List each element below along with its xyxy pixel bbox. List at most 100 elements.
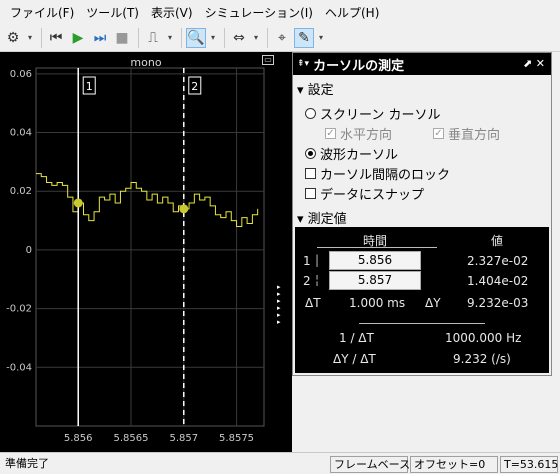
row1-time-field[interactable]: 5.856 xyxy=(329,251,421,270)
y-tick-label: -0.04 xyxy=(6,362,32,373)
panel-header: ⇞▾ カーソルの測定 ⬈ ✕ xyxy=(293,53,551,75)
chevron-down-icon[interactable]: ▾ xyxy=(208,28,218,48)
horizontal-label: 水平方向 xyxy=(340,128,393,143)
cursor-icon[interactable]: ⌖ xyxy=(272,28,292,48)
vertical-option[interactable]: ✓ 垂直方向 xyxy=(433,124,500,143)
cursor-measurements-panel: ⇞▾ カーソルの測定 ⬈ ✕ ▾ 設定 スクリーン カーソル ✓ 水平方向 ✓ … xyxy=(292,52,552,376)
menu-view[interactable]: 表示(V) xyxy=(145,4,199,21)
lock-spacing-label: カーソル間隔のロック xyxy=(320,168,451,183)
horizontal-option[interactable]: ✓ 水平方向 xyxy=(325,124,392,143)
toolbar-separator xyxy=(267,27,268,48)
trigger-icon[interactable]: ⎍ xyxy=(143,28,163,48)
cursor-2-marker xyxy=(179,204,189,214)
menu-file[interactable]: ファイル(F) xyxy=(4,4,80,21)
delta-y-value: 9.232e-03 xyxy=(467,296,529,310)
inv-dt-value: 1000.000 Hz xyxy=(445,331,522,345)
measurements-header: 測定値 xyxy=(307,212,347,227)
screen-cursor-option[interactable]: スクリーン カーソル xyxy=(305,104,440,123)
row1-label: 1 xyxy=(303,254,311,268)
snap-checkbox[interactable] xyxy=(305,188,316,199)
vertical-label: 垂直方向 xyxy=(448,128,501,143)
plot-title: mono xyxy=(130,56,162,69)
plot-frame xyxy=(35,67,265,427)
collapse-icon[interactable]: ▾ xyxy=(297,83,308,98)
toolbar-separator xyxy=(138,27,139,48)
snap-option[interactable]: データにスナップ xyxy=(305,184,424,203)
toolbar-separator xyxy=(41,27,42,48)
cursor-1-marker xyxy=(73,198,83,208)
gear-icon[interactable]: ⚙ xyxy=(3,28,23,48)
menu-tools[interactable]: ツール(T) xyxy=(80,4,145,21)
y-tick-label: 0.04 xyxy=(10,128,32,139)
y-tick-label: 0 xyxy=(26,245,32,256)
fit-icon[interactable]: ⇔ xyxy=(229,28,249,48)
cursor-solid-icon: | xyxy=(315,253,320,267)
chevron-down-icon[interactable]: ▾ xyxy=(251,28,261,48)
screen-cursor-label: スクリーン カーソル xyxy=(320,108,441,123)
row2-label: 2 xyxy=(303,274,311,288)
panel-close-icon[interactable]: ⬈ ✕ xyxy=(523,57,545,70)
menu-bar: ファイル(F) ツール(T) 表示(V) シミュレーション(I) ヘルプ(H) xyxy=(0,0,560,24)
chevron-down-icon[interactable]: ▾ xyxy=(25,28,35,48)
delta-t-value: 1.000 ms xyxy=(349,296,406,310)
chevron-down-icon[interactable]: ▾ xyxy=(316,28,326,48)
vertical-checkbox[interactable]: ✓ xyxy=(433,128,444,139)
divider xyxy=(359,323,485,324)
chevron-down-icon[interactable]: ▾ xyxy=(165,28,175,48)
status-time: T=53.615 xyxy=(500,456,558,473)
scope-plot[interactable]: 0.060.040.020-0.02-0.045.856 5.8565 5.857 5… xyxy=(0,52,292,452)
lock-spacing-option[interactable]: カーソル間隔のロック xyxy=(305,164,450,183)
col-value-header: 値 xyxy=(491,234,504,248)
lock-spacing-checkbox[interactable] xyxy=(305,168,316,179)
measurements-section[interactable]: ▾ 測定値 xyxy=(297,208,347,227)
row1-value: 2.327e-02 xyxy=(467,254,529,268)
status-bar: 準備完了 フレームベース オフセット=0 T=53.615 xyxy=(0,452,560,474)
y-tick-label: 0.02 xyxy=(10,186,32,197)
inv-dt-label: 1 / ΔT xyxy=(339,331,374,345)
waveform-cursor-radio[interactable] xyxy=(305,148,316,159)
scope-display[interactable]: 0.06 0.04 0.02 0 -0.02 -0.04 5.856 5.8565 5.857 5… xyxy=(0,52,292,452)
run-icon[interactable]: ▶ xyxy=(68,28,88,48)
x-tick-label: 5.856 xyxy=(64,433,93,444)
menu-help[interactable]: ヘルプ(H) xyxy=(319,4,385,21)
cursor-dashed-icon: ¦ xyxy=(315,273,320,287)
waveform-cursor-option[interactable]: 波形カーソル xyxy=(305,144,398,163)
toolbar: ⚙ ▾ ⏮ ▶ ⏭ ■ ⎍ ▾ 🔍 ▾ ⇔ ▾ ⌖ ✎ ▾ xyxy=(0,24,560,52)
cursor-2-label: 2 xyxy=(191,80,198,93)
signal-line xyxy=(36,173,259,227)
row2-value: 1.404e-02 xyxy=(467,274,529,288)
dy-dt-value: 9.232 (/s) xyxy=(453,352,511,366)
row2-time-field[interactable]: 5.857 xyxy=(329,271,421,290)
x-tick-label: 5.8565 xyxy=(114,433,149,444)
delta-y-label: ΔY xyxy=(425,296,441,310)
arrow-icon[interactable]: ▸ xyxy=(277,319,287,326)
signal-arrows: ▸ ▸ ▸ ▸ ▸ ▸ xyxy=(277,284,287,326)
status-text: 準備完了 xyxy=(5,457,49,470)
zoom-in-icon[interactable]: 🔍 xyxy=(186,27,206,48)
collapse-icon[interactable]: ▾ xyxy=(297,212,308,227)
toolbar-separator xyxy=(181,27,182,48)
divider xyxy=(317,247,437,248)
menu-simulation[interactable]: シミュレーション(I) xyxy=(199,4,319,21)
highlight-icon[interactable]: ✎ xyxy=(294,27,314,48)
y-tick-label: -0.02 xyxy=(6,304,32,315)
y-tick-label: 0.06 xyxy=(10,69,32,80)
stop-icon[interactable]: ■ xyxy=(112,28,132,48)
status-mode: フレームベース xyxy=(330,456,410,473)
settings-header: 設定 xyxy=(307,83,334,98)
delta-t-label: ΔT xyxy=(305,296,321,310)
step-forward-icon[interactable]: ⏭ xyxy=(90,28,110,48)
x-tick-label: 5.857 xyxy=(169,433,198,444)
rewind-icon[interactable]: ⏮ xyxy=(46,28,66,48)
undock-icon[interactable]: ▭ xyxy=(262,55,274,65)
screen-cursor-radio[interactable] xyxy=(305,108,316,119)
snap-label: データにスナップ xyxy=(320,188,425,203)
measurements-table: 時間 値 1 | 5.856 2.327e-02 2 ¦ 5.857 1.404… xyxy=(295,227,549,373)
dy-dt-label: ΔY / ΔT xyxy=(333,352,376,366)
panel-title: カーソルの測定 xyxy=(313,58,405,74)
settings-section[interactable]: ▾ 設定 xyxy=(297,79,334,98)
horizontal-checkbox[interactable]: ✓ xyxy=(325,128,336,139)
toolbar-separator xyxy=(224,27,225,48)
waveform-cursor-label: 波形カーソル xyxy=(320,148,399,163)
pin-icon[interactable]: ⇞▾ xyxy=(297,59,309,69)
